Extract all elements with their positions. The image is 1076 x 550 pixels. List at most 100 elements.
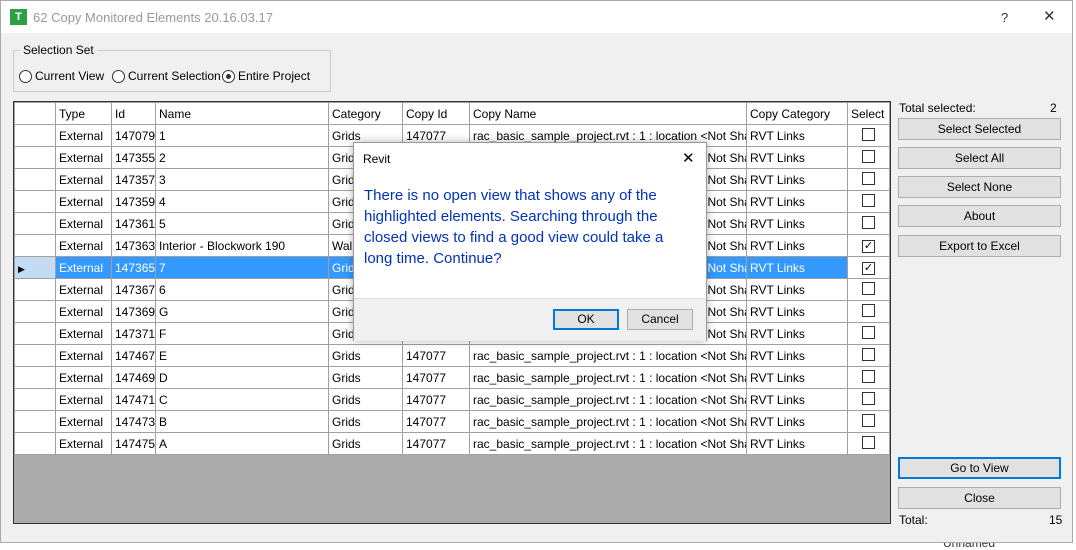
select-checkbox[interactable]	[862, 435, 875, 449]
select-checkbox[interactable]	[862, 215, 875, 229]
column-header[interactable]: Select	[847, 102, 890, 125]
cell-id: 147369	[111, 300, 156, 323]
select-checkbox[interactable]	[862, 193, 875, 207]
row-header[interactable]	[14, 344, 56, 367]
select-checkbox[interactable]	[862, 171, 875, 185]
row-header[interactable]	[14, 410, 56, 433]
about-button[interactable]: About	[898, 205, 1061, 227]
cancel-button[interactable]: Cancel	[627, 309, 693, 330]
cell-copy-id: 147077	[402, 432, 470, 455]
select-none-button[interactable]: Select None	[898, 176, 1061, 198]
ok-button[interactable]: OK	[553, 309, 619, 330]
row-header[interactable]	[14, 234, 56, 257]
close-window-button[interactable]: ✕	[1043, 7, 1056, 25]
select-checkbox[interactable]	[862, 413, 875, 427]
column-header[interactable]: Id	[111, 102, 156, 125]
cell-name: D	[155, 366, 329, 389]
dialog-message: There is no open view that shows any of …	[364, 187, 664, 267]
table-row[interactable]: External 147473 B Grids 147077 rac_basic_samp…	[14, 410, 890, 433]
cell-category: Grids	[328, 410, 403, 433]
select-cell	[847, 146, 890, 169]
select-selected-button[interactable]: Select Selected	[898, 118, 1061, 140]
cell-copy-category: RVT Links	[746, 278, 848, 301]
cell-name: G	[155, 300, 329, 323]
table-row[interactable]: External 147475 A Grids 147077 rac_basic_samp…	[14, 432, 890, 455]
cell-copy-name: rac_basic_sample_project.rvt : 1 : locat…	[469, 344, 747, 367]
cell-copy-id: 147077	[402, 366, 470, 389]
cell-copy-category: RVT Links	[746, 432, 848, 455]
row-header[interactable]	[14, 168, 56, 191]
cell-id: 147467	[111, 344, 156, 367]
selection-set-group: Selection Set	[13, 43, 331, 92]
cell-id: 147365	[111, 256, 156, 279]
table-row[interactable]: External 147467 E Grids 147077 rac_basic_samp…	[14, 344, 890, 367]
select-checkbox[interactable]	[862, 391, 875, 405]
dialog-title: Revit	[363, 152, 391, 166]
row-header[interactable]	[14, 146, 56, 169]
select-all-button[interactable]: Select All	[898, 147, 1061, 169]
dialog-close-button[interactable]: ✕	[682, 149, 695, 167]
radio-entire-project[interactable]: Entire Project	[222, 69, 310, 83]
row-header[interactable]	[14, 300, 56, 323]
cell-name: A	[155, 432, 329, 455]
selection-set-label: Selection Set	[23, 43, 94, 57]
table-row[interactable]: External 147471 C Grids 147077 rac_basic_samp…	[14, 388, 890, 411]
row-header[interactable]	[14, 278, 56, 301]
column-header[interactable]: Copy Category	[746, 102, 848, 125]
radio-current-view[interactable]: Current View	[19, 69, 104, 83]
select-checkbox[interactable]: ✓	[862, 262, 875, 275]
column-header[interactable]: Name	[155, 102, 329, 125]
select-cell	[847, 278, 890, 301]
cell-name: E	[155, 344, 329, 367]
cell-copy-category: RVT Links	[746, 190, 848, 213]
close-button[interactable]: Close	[898, 487, 1061, 509]
cell-name: B	[155, 410, 329, 433]
row-header[interactable]	[14, 366, 56, 389]
cell-copy-category: RVT Links	[746, 212, 848, 235]
column-header[interactable]: Type	[55, 102, 112, 125]
select-cell	[847, 124, 890, 147]
radio-circle-icon	[222, 69, 235, 83]
column-header[interactable]: Copy Id	[402, 102, 470, 125]
cell-type: External	[55, 278, 112, 301]
select-checkbox[interactable]	[862, 127, 875, 141]
row-header[interactable]	[14, 124, 56, 147]
select-cell	[847, 300, 890, 323]
radio-label: Entire Project	[238, 69, 311, 83]
radio-current-selection[interactable]: Current Selection	[112, 69, 221, 83]
cell-copy-category: RVT Links	[746, 366, 848, 389]
select-checkbox[interactable]	[862, 347, 875, 361]
cell-type: External	[55, 212, 112, 235]
app-logo-icon: T	[10, 9, 27, 25]
select-checkbox[interactable]	[862, 325, 875, 339]
row-header[interactable]: ▶	[14, 256, 56, 279]
row-header[interactable]	[14, 190, 56, 213]
help-button[interactable]: ?	[1001, 10, 1008, 25]
cell-copy-category: RVT Links	[746, 410, 848, 433]
cell-id: 147371	[111, 322, 156, 345]
row-header[interactable]	[14, 212, 56, 235]
select-checkbox[interactable]	[862, 369, 875, 383]
column-header[interactable]: Copy Name	[469, 102, 747, 125]
column-header[interactable]: Category	[328, 102, 403, 125]
cell-type: External	[55, 366, 112, 389]
cell-copy-name: rac_basic_sample_project.rvt : 1 : locat…	[469, 366, 747, 389]
table-row[interactable]: External 147469 D Grids 147077 rac_basic_samp…	[14, 366, 890, 389]
cell-type: External	[55, 168, 112, 191]
cell-copy-category: RVT Links	[746, 344, 848, 367]
select-cell	[847, 168, 890, 191]
go-to-view-button[interactable]: Go to View	[898, 457, 1061, 479]
row-header[interactable]	[14, 388, 56, 411]
row-header[interactable]	[14, 322, 56, 345]
cell-name: F	[155, 322, 329, 345]
select-checkbox[interactable]	[862, 149, 875, 163]
export-to-excel-button[interactable]: Export to Excel	[898, 235, 1061, 257]
select-checkbox[interactable]	[862, 303, 875, 317]
cell-type: External	[55, 300, 112, 323]
cell-copy-category: RVT Links	[746, 146, 848, 169]
total-value: 15	[1049, 513, 1063, 527]
row-header[interactable]	[14, 432, 56, 455]
cell-type: External	[55, 388, 112, 411]
select-checkbox[interactable]: ✓	[862, 240, 875, 253]
select-checkbox[interactable]	[862, 281, 875, 295]
